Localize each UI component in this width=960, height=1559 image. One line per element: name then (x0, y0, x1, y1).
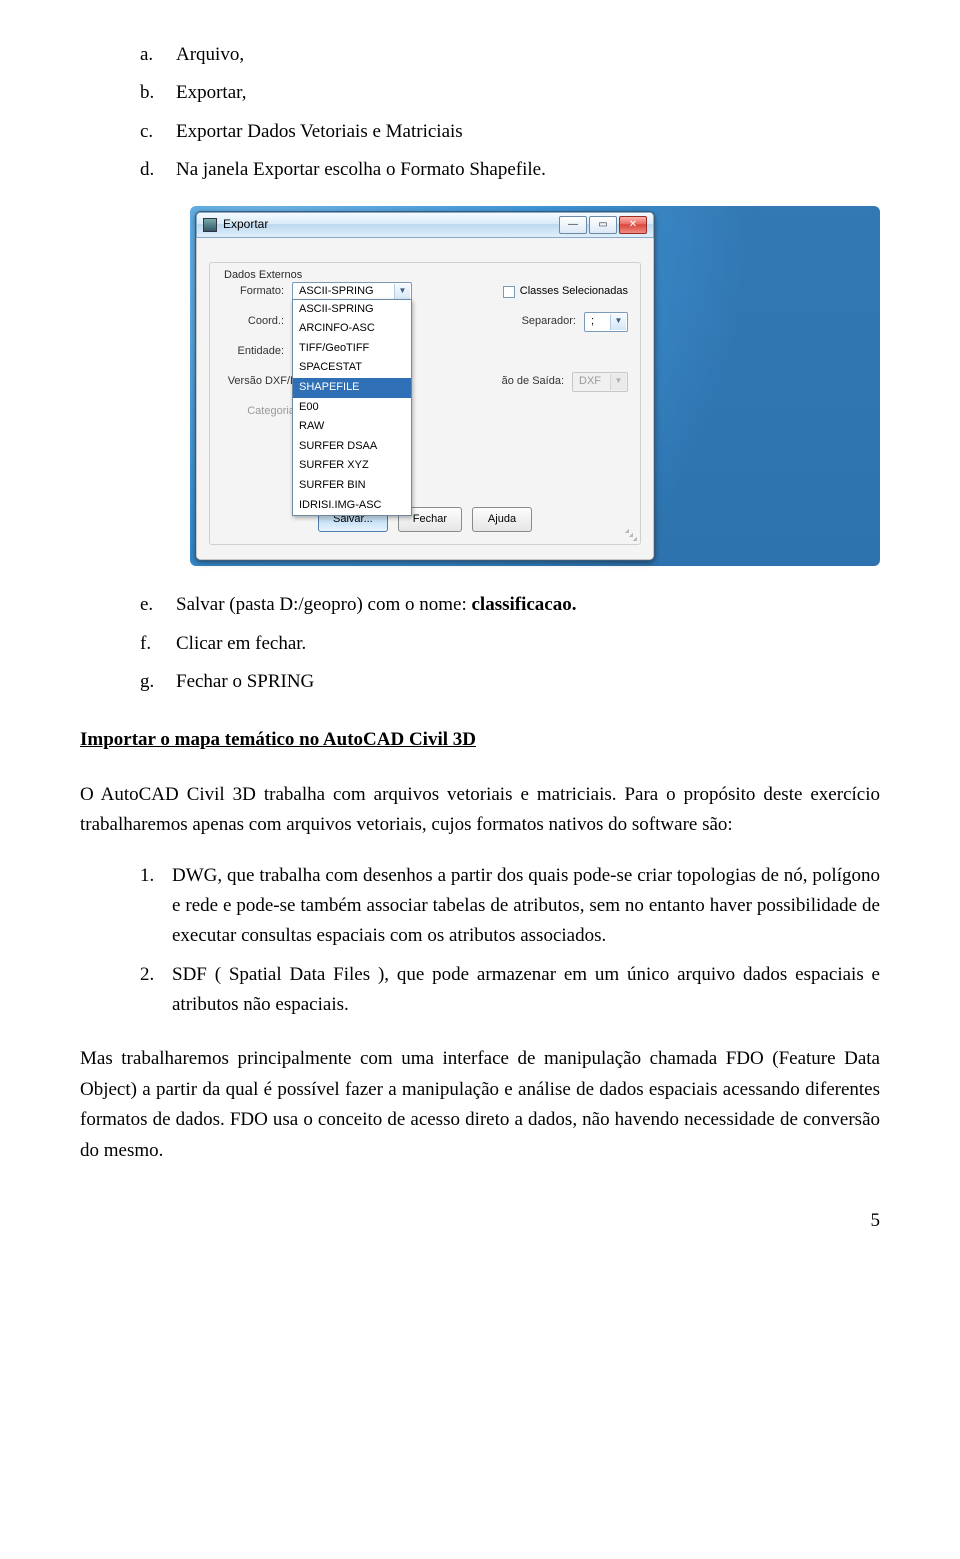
dropdown-option[interactable]: E00 (293, 398, 411, 418)
list-marker: 2. (140, 960, 162, 1021)
list-item-1: 1. DWG, que trabalha com desenhos a part… (140, 861, 880, 952)
list-text: Exportar Dados Vetoriais e Matriciais (176, 117, 880, 147)
checkbox-label: Classes Selecionadas (520, 283, 628, 301)
list-text: DWG, que trabalha com desenhos a partir … (172, 861, 880, 952)
list-text-pre: Salvar (pasta D:/geopro) com o nome: (176, 594, 471, 615)
label-formato: Formato: (222, 283, 284, 301)
ajuda-button[interactable]: Ajuda (472, 507, 532, 533)
list-item-d: d. Na janela Exportar escolha o Formato … (140, 155, 880, 185)
exportar-dialog-screenshot: Exportar — ▭ ✕ Dados Externos Formato: A… (190, 206, 880, 567)
maximize-button[interactable]: ▭ (589, 216, 617, 234)
label-entidade: Entidade: (222, 343, 284, 361)
list-text: SDF ( Spatial Data Files ), que pode arm… (172, 960, 880, 1021)
list-item-c: c. Exportar Dados Vetoriais e Matriciais (140, 117, 880, 147)
saida-value: DXF (579, 373, 601, 391)
list-item-e: e. Salvar (pasta D:/geopro) com o nome: … (140, 590, 880, 620)
list-text-bold: classificacao. (471, 594, 576, 615)
separador-combobox[interactable]: ; ▼ (584, 312, 628, 332)
classes-selecionadas-checkbox[interactable]: Classes Selecionadas (503, 283, 628, 301)
list-marker: g. (140, 667, 164, 697)
lettered-list-top: a. Arquivo, b. Exportar, c. Exportar Dad… (140, 40, 880, 186)
window-title: Exportar (223, 215, 268, 234)
list-marker: e. (140, 590, 164, 620)
separador-value: ; (591, 313, 594, 331)
chevron-down-icon: ▼ (610, 314, 626, 330)
list-item-a: a. Arquivo, (140, 40, 880, 70)
list-marker: f. (140, 629, 164, 659)
list-text: Salvar (pasta D:/geopro) com o nome: cla… (176, 590, 880, 620)
label-versao: Versão DXF/D (222, 373, 298, 391)
label-categoria: Categoria. (222, 403, 298, 421)
numbered-list: 1. DWG, que trabalha com desenhos a part… (140, 861, 880, 1021)
list-marker: a. (140, 40, 164, 70)
list-marker: b. (140, 78, 164, 108)
list-marker: c. (140, 117, 164, 147)
paragraph-2: Mas trabalharemos principalmente com uma… (80, 1044, 880, 1166)
list-text: Arquivo, (176, 40, 880, 70)
exportar-window: Exportar — ▭ ✕ Dados Externos Formato: A… (195, 211, 655, 562)
label-separador: Separador: (522, 313, 576, 331)
list-item-2: 2. SDF ( Spatial Data Files ), que pode … (140, 960, 880, 1021)
window-titlebar[interactable]: Exportar — ▭ ✕ (196, 212, 654, 238)
groupbox-title: Dados Externos (224, 267, 302, 285)
lettered-list-bottom: e. Salvar (pasta D:/geopro) com o nome: … (140, 590, 880, 697)
app-icon (203, 218, 217, 232)
dropdown-option[interactable]: SURFER BIN (293, 476, 411, 496)
dropdown-option[interactable]: SURFER XYZ (293, 456, 411, 476)
dropdown-option[interactable]: ASCII-SPRING (293, 300, 411, 320)
dropdown-option[interactable]: IDRISI.IMG-ASC (293, 496, 411, 516)
minimize-button[interactable]: — (559, 216, 587, 234)
list-text: Na janela Exportar escolha o Formato Sha… (176, 155, 880, 185)
dropdown-option[interactable]: RAW (293, 417, 411, 437)
dropdown-option[interactable]: SPACESTAT (293, 358, 411, 378)
saida-combobox: DXF ▼ (572, 372, 628, 392)
list-text: Fechar o SPRING (176, 667, 880, 697)
list-marker: 1. (140, 861, 162, 952)
formato-dropdown-list[interactable]: ASCII-SPRINGARCINFO-ASCTIFF/GeoTIFFSPACE… (292, 299, 412, 517)
list-item-b: b. Exportar, (140, 78, 880, 108)
paragraph-1: O AutoCAD Civil 3D trabalha com arquivos… (80, 780, 880, 841)
resize-grip[interactable] (625, 529, 637, 541)
list-marker: d. (140, 155, 164, 185)
chevron-down-icon: ▼ (610, 374, 626, 390)
list-text: Exportar, (176, 78, 880, 108)
label-saida: ão de Saída: (502, 373, 564, 391)
dropdown-option[interactable]: TIFF/GeoTIFF (293, 339, 411, 359)
checkbox-box (503, 286, 515, 298)
dropdown-option[interactable]: ARCINFO-ASC (293, 319, 411, 339)
dropdown-option[interactable]: SURFER DSAA (293, 437, 411, 457)
label-coord: Coord.: (222, 313, 284, 331)
close-button[interactable]: ✕ (619, 216, 647, 234)
list-text: Clicar em fechar. (176, 629, 880, 659)
dropdown-option[interactable]: SHAPEFILE (293, 378, 411, 398)
page-number: 5 (80, 1206, 880, 1236)
list-item-f: f. Clicar em fechar. (140, 629, 880, 659)
chevron-down-icon: ▼ (394, 284, 410, 300)
list-item-g: g. Fechar o SPRING (140, 667, 880, 697)
section-heading: Importar o mapa temático no AutoCAD Civi… (80, 725, 880, 755)
